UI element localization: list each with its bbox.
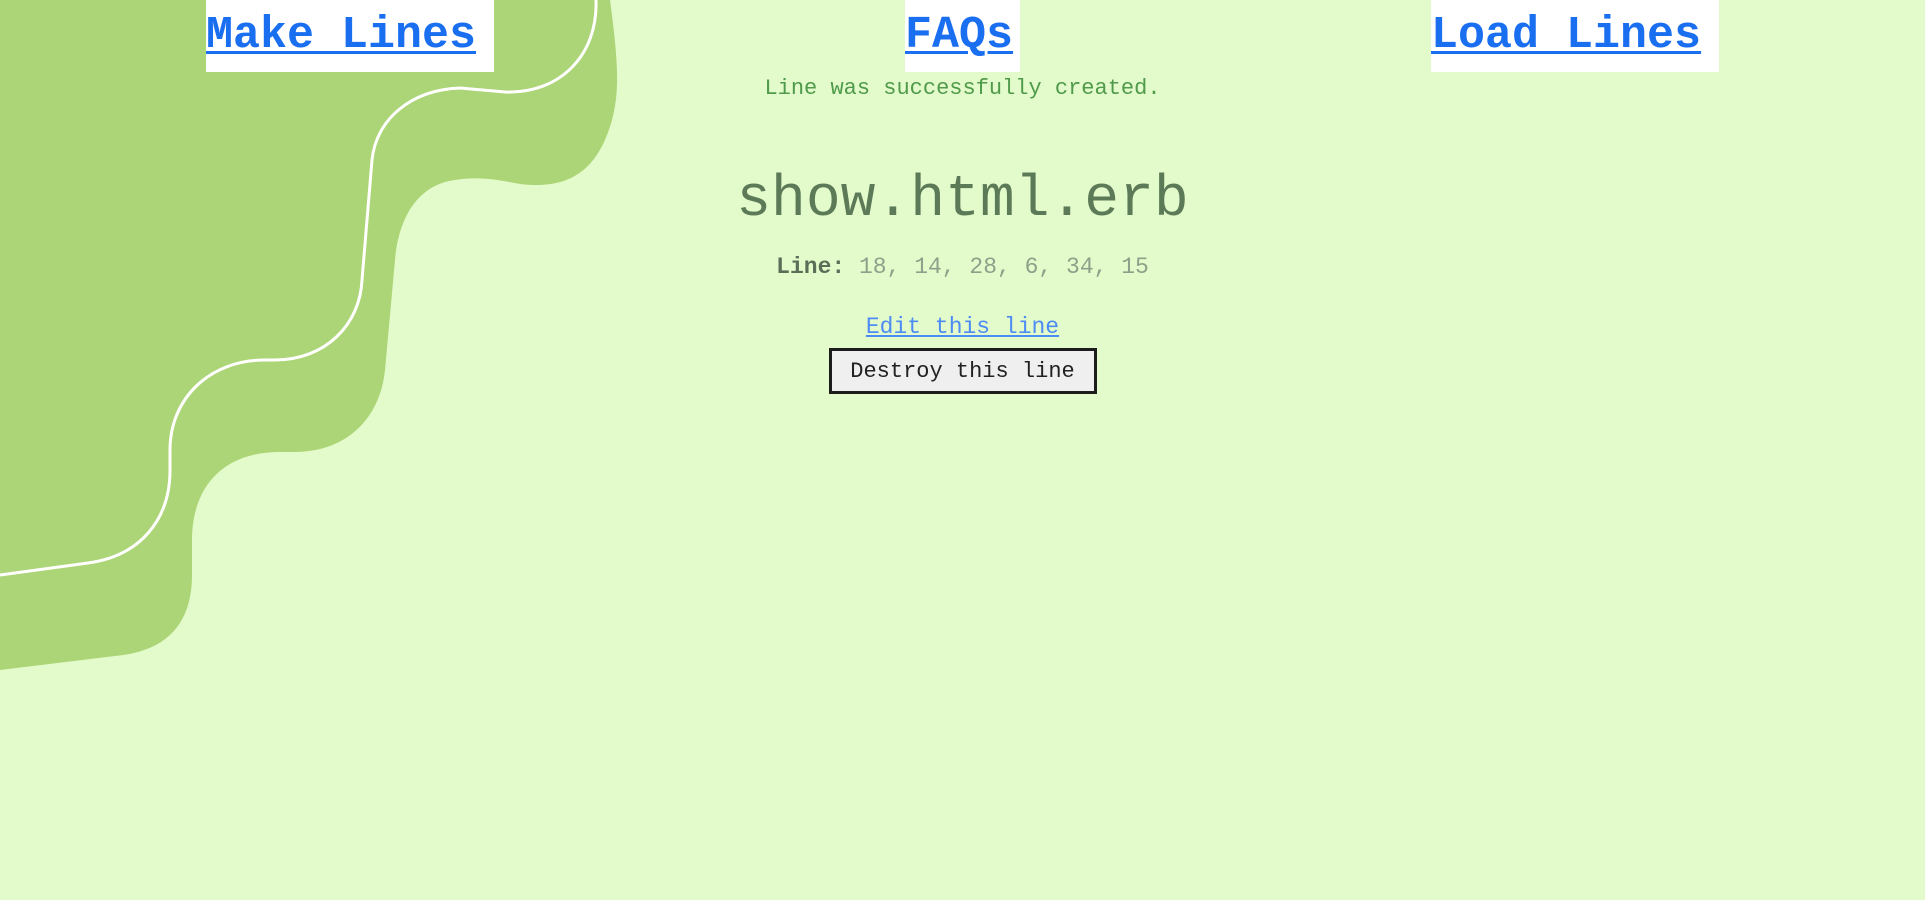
line-values: 18, 14, 28, 6, 34, 15 — [858, 254, 1149, 280]
nav-load-lines-link[interactable]: Load Lines — [1431, 0, 1719, 72]
background-wave — [0, 0, 618, 670]
destroy-form: Destroy this line — [0, 348, 1925, 394]
edit-link-container: Edit this line — [0, 314, 1925, 340]
line-label: Line: — [776, 254, 846, 280]
destroy-line-button[interactable]: Destroy this line — [828, 348, 1097, 394]
top-nav: Make Lines FAQs Load Lines — [0, 0, 1925, 72]
page-title: show.html.erb — [736, 168, 1189, 233]
edit-line-link[interactable]: Edit this line — [866, 314, 1059, 340]
nav-make-lines-link[interactable]: Make Lines — [206, 0, 494, 72]
success-notice: Line was successfully created. — [764, 76, 1161, 101]
nav-faqs-link[interactable]: FAQs — [905, 0, 1020, 72]
line-detail: Line: 18, 14, 28, 6, 34, 15 — [0, 254, 1925, 280]
